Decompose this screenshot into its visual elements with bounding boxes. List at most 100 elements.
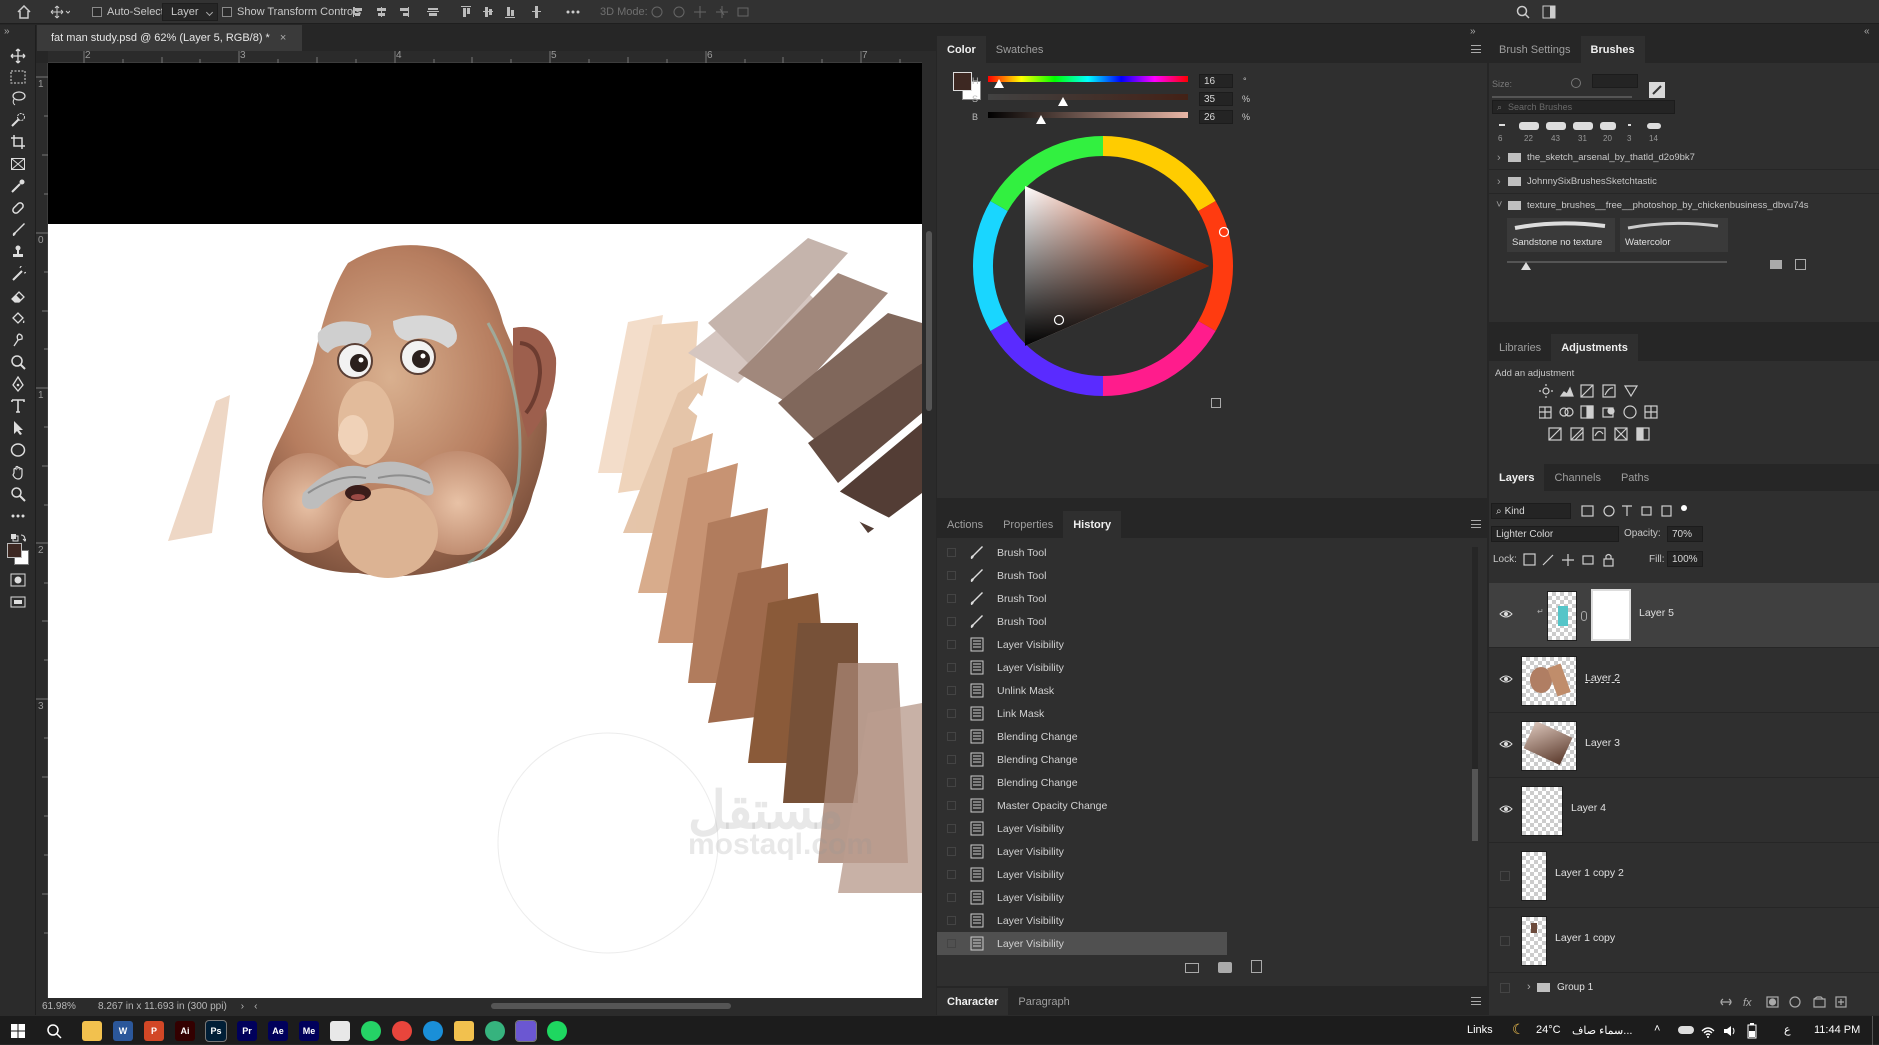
history-snapshot-checkbox[interactable]	[947, 571, 956, 580]
collapse-dock-icon[interactable]: «	[1864, 26, 1870, 37]
tab-adjustments[interactable]: Adjustments	[1551, 334, 1638, 361]
link-icon[interactable]	[1581, 611, 1587, 621]
history-item[interactable]: Blending Change	[937, 725, 1227, 748]
dodge-tool-icon[interactable]	[8, 352, 28, 372]
weather-description[interactable]: سماء صاف...	[1572, 1024, 1632, 1037]
brush-preset-icon[interactable]	[1519, 122, 1539, 130]
pen-tool-icon[interactable]	[8, 374, 28, 394]
tab-paragraph[interactable]: Paragraph	[1008, 988, 1079, 1015]
opacity-field[interactable]: 70%	[1667, 526, 1703, 542]
camera-icon[interactable]	[1218, 962, 1232, 973]
healing-brush-tool-icon[interactable]	[8, 198, 28, 218]
search-icon[interactable]	[46, 1023, 62, 1039]
brush-size-slider[interactable]	[1492, 96, 1632, 98]
expand-toolbar-icon[interactable]: »	[4, 26, 10, 37]
visibility-toggle-off[interactable]	[1500, 936, 1510, 946]
history-snapshot-checkbox[interactable]	[947, 686, 956, 695]
layer-row[interactable]: Layer 4	[1489, 778, 1879, 843]
search-icon[interactable]	[1516, 0, 1530, 24]
new-folder-icon[interactable]	[1770, 260, 1782, 269]
history-scrollbar[interactable]	[1472, 547, 1478, 841]
illustrator-icon[interactable]: Ai	[175, 1021, 195, 1041]
layer-row[interactable]: Layer 1 copy 2	[1489, 843, 1879, 908]
app-purple-icon[interactable]	[515, 1020, 537, 1042]
new-brush-button[interactable]	[1795, 259, 1806, 270]
app-leaf-icon[interactable]	[454, 1021, 474, 1041]
eye-icon[interactable]	[1499, 804, 1513, 814]
zoom-tool-icon[interactable]	[8, 484, 28, 504]
history-item[interactable]: Brush Tool	[937, 610, 1227, 633]
battery-icon[interactable]	[1745, 1023, 1761, 1039]
foreground-color-chip[interactable]	[7, 543, 22, 558]
path-selection-tool-icon[interactable]	[8, 418, 28, 438]
history-snapshot-checkbox[interactable]	[947, 916, 956, 925]
brush-folder[interactable]: ˅ texture_brushes__free__photoshop_by_ch…	[1489, 196, 1879, 218]
history-scroll-thumb[interactable]	[1472, 769, 1478, 841]
after-effects-icon[interactable]: Ae	[268, 1021, 288, 1041]
wifi-icon[interactable]	[1700, 1023, 1716, 1039]
layer-row[interactable]: ↵ Layer 5	[1489, 583, 1879, 648]
history-snapshot-checkbox[interactable]	[947, 778, 956, 787]
new-brush-icon[interactable]	[1649, 82, 1665, 98]
brush-preset[interactable]: Watercolor	[1620, 218, 1728, 252]
brush-folder[interactable]: › the_sketch_arsenal_by_thatld_d2o9bk7	[1489, 148, 1879, 170]
history-snapshot-checkbox[interactable]	[947, 893, 956, 902]
history-snapshot-checkbox[interactable]	[947, 824, 956, 833]
history-item[interactable]: Layer Visibility	[937, 817, 1227, 840]
chevron-right-icon[interactable]: ›	[1527, 981, 1531, 993]
history-snapshot-checkbox[interactable]	[947, 709, 956, 718]
hand-tool-icon[interactable]	[8, 462, 28, 482]
chevron-down-icon[interactable]: ˅	[1496, 199, 1502, 211]
brush-preset-icon[interactable]	[1600, 122, 1616, 130]
eye-icon[interactable]	[1499, 609, 1513, 619]
history-snapshot-checkbox[interactable]	[947, 801, 956, 810]
tab-history[interactable]: History	[1063, 511, 1122, 538]
chevron-right-icon[interactable]: ›	[1497, 152, 1501, 164]
history-item[interactable]: Layer Visibility	[937, 633, 1227, 656]
cloud-icon[interactable]	[1678, 1026, 1694, 1034]
screen-mode-icon[interactable]	[8, 592, 28, 612]
layer-thumbnail[interactable]	[1521, 851, 1547, 901]
brush-tool-icon[interactable]	[8, 220, 28, 240]
chevron-left-icon[interactable]: ‹	[254, 1001, 257, 1012]
history-snapshot-checkbox[interactable]	[947, 939, 956, 948]
layer-mask-thumbnail[interactable]	[1591, 589, 1631, 641]
lock-icons[interactable]	[1523, 553, 1623, 567]
brush-size-field[interactable]	[1592, 74, 1638, 88]
layer-thumbnail[interactable]	[1521, 786, 1563, 836]
workspace-icon[interactable]	[1542, 0, 1556, 24]
lasso-tool-icon[interactable]	[8, 88, 28, 108]
quick-mask-icon[interactable]	[8, 570, 28, 590]
reset-brush-icon[interactable]	[1571, 78, 1581, 88]
tab-actions[interactable]: Actions	[937, 511, 993, 538]
layer-row[interactable]: Layer 2	[1489, 648, 1879, 713]
history-item[interactable]: Layer Visibility	[937, 656, 1227, 679]
history-snapshot-checkbox[interactable]	[947, 594, 956, 603]
brush-preset-icon[interactable]	[1628, 124, 1631, 126]
history-item[interactable]: Layer Visibility	[937, 886, 1227, 909]
history-item[interactable]: Master Opacity Change	[937, 794, 1227, 817]
photoshop-icon[interactable]: Ps	[205, 1020, 227, 1042]
character-panel-menu-icon[interactable]	[1471, 997, 1481, 1005]
auto-select-target-dropdown[interactable]: Layer	[162, 3, 218, 21]
history-snapshot-checkbox[interactable]	[947, 663, 956, 672]
tab-libraries[interactable]: Libraries	[1489, 334, 1551, 361]
color-panel-expand-icon[interactable]	[1211, 398, 1221, 408]
eye-icon[interactable]	[1499, 674, 1513, 684]
crop-tool-icon[interactable]	[8, 132, 28, 152]
vertical-scroll-thumb[interactable]	[926, 231, 932, 411]
layers-bottom-icons[interactable]: fx	[1719, 995, 1869, 1009]
brush-preset-icon[interactable]	[1499, 124, 1505, 126]
history-item[interactable]: Layer Visibility	[937, 863, 1227, 886]
history-item[interactable]: Blending Change	[937, 771, 1227, 794]
history-snapshot-checkbox[interactable]	[947, 640, 956, 649]
tab-paths[interactable]: Paths	[1611, 464, 1659, 491]
document-tab[interactable]: fat man study.psd @ 62% (Layer 5, RGB/8)…	[37, 25, 302, 51]
adjustment-icons[interactable]	[1539, 384, 1659, 454]
show-desktop-button[interactable]	[1872, 1016, 1877, 1045]
tab-brush-settings[interactable]: Brush Settings	[1489, 36, 1581, 63]
app-v-icon[interactable]	[330, 1021, 350, 1041]
fill-field[interactable]: 100%	[1667, 551, 1703, 567]
search-brushes-input[interactable]: ⌕ Search Brushes	[1492, 100, 1675, 114]
show-transform-controls-checkbox[interactable]: Show Transform Controls	[222, 0, 361, 24]
